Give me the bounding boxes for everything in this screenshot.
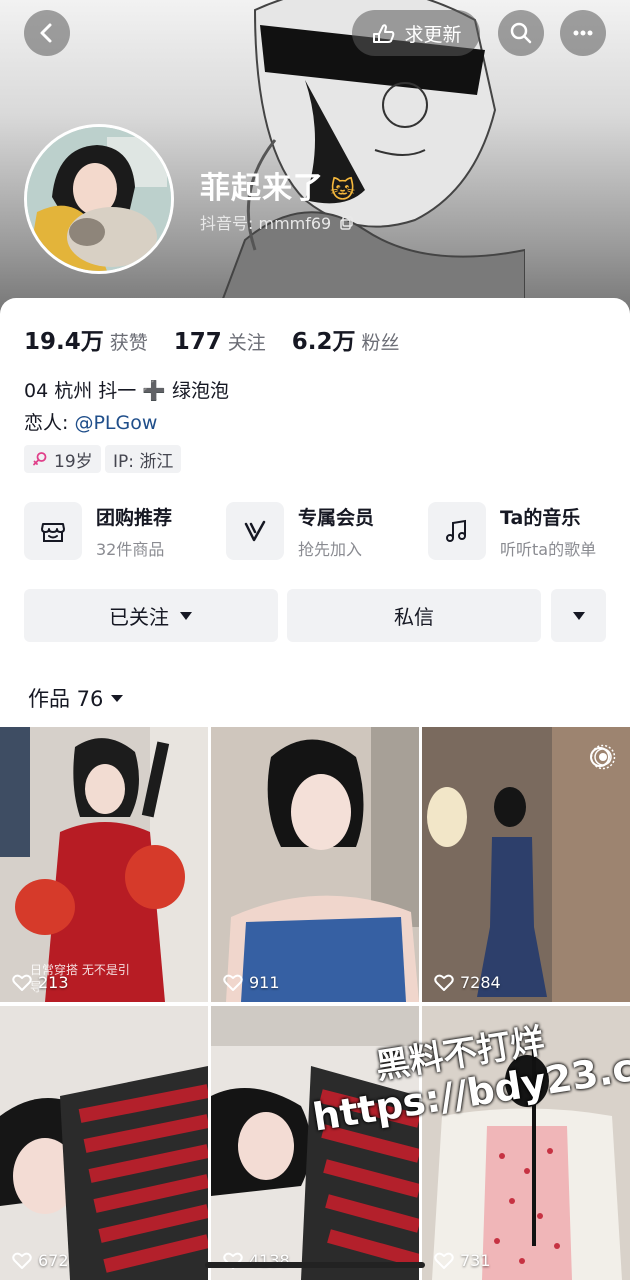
- video-likes: 911: [223, 973, 280, 992]
- cat-emoji-icon: 🐱: [330, 176, 357, 204]
- group-buy-title: 团购推荐: [96, 506, 173, 529]
- caret-down-icon: [572, 611, 585, 620]
- likes-count: 19.4万: [24, 329, 104, 355]
- video-thumbnail[interactable]: 911: [211, 727, 419, 1002]
- following-label: 关注: [227, 332, 266, 354]
- caret-down-icon: [180, 611, 192, 620]
- profile-stats: 19.4万 获赞 177 关注 6.2万 粉丝: [24, 322, 400, 356]
- caret-down-icon: [111, 694, 124, 702]
- store-icon-box: [24, 502, 82, 560]
- works-tab[interactable]: 作品 76: [28, 683, 124, 713]
- vip-v-icon: [244, 520, 266, 542]
- avatar-photo: [27, 127, 171, 271]
- nickname-text: 菲起来了: [200, 171, 324, 206]
- request-update-button[interactable]: 求更新: [352, 10, 480, 56]
- ip-text: IP: 浙江: [113, 451, 174, 472]
- video-thumbnail[interactable]: 日常穿搭 无不是引导 213: [0, 727, 208, 1002]
- more-button[interactable]: [560, 10, 606, 56]
- live-photo-icon: [590, 744, 616, 770]
- video-thumbnail[interactable]: 672: [0, 1006, 208, 1280]
- bio-partner-prefix: 恋人:: [24, 412, 75, 434]
- profile-nickname: 菲起来了 🐱: [200, 163, 356, 207]
- partner-mention-link[interactable]: @PLGow: [74, 412, 157, 434]
- heart-icon: [12, 974, 32, 991]
- vip-icon-box: [226, 502, 284, 560]
- video-thumbnail-image: [211, 727, 419, 1002]
- search-icon: [510, 22, 532, 44]
- video-likes: 213: [12, 973, 69, 992]
- copy-icon[interactable]: [340, 216, 354, 230]
- back-button[interactable]: [24, 10, 70, 56]
- video-likes-count: 213: [38, 973, 69, 992]
- followers-stat[interactable]: 6.2万 粉丝: [292, 322, 400, 356]
- heart-icon: [223, 974, 243, 991]
- video-likes: 7284: [434, 973, 501, 992]
- message-label: 私信: [394, 605, 434, 629]
- douyin-id-row[interactable]: 抖音号: mmmf69: [200, 210, 354, 234]
- age-text: 19岁: [54, 451, 93, 472]
- followers-count: 6.2万: [291, 329, 356, 355]
- followers-label: 粉丝: [361, 332, 400, 354]
- video-likes-count: 672: [38, 1251, 69, 1270]
- search-button[interactable]: [498, 10, 544, 56]
- vip-subtitle: 抢先加入: [298, 539, 363, 559]
- music-title: Ta的音乐: [500, 506, 581, 529]
- heart-icon: [12, 1252, 32, 1269]
- works-label: 作品 76: [28, 687, 104, 711]
- profile-header: 求更新 菲起来了 🐱 抖音号: mmmf69: [0, 0, 630, 330]
- douyin-id-text: 抖音号: mmmf69: [200, 214, 332, 233]
- message-button[interactable]: 私信: [287, 589, 541, 642]
- group-buy-subtitle: 32件商品: [96, 539, 165, 559]
- likes-stat[interactable]: 19.4万 获赞: [24, 322, 148, 356]
- video-likes-count: 7284: [460, 973, 501, 992]
- music-subtitle: 听听ta的歌单: [500, 539, 597, 559]
- ip-tag: IP: 浙江: [105, 445, 182, 473]
- request-update-label: 求更新: [404, 23, 462, 46]
- followed-label: 已关注: [109, 605, 169, 629]
- music-entry[interactable]: Ta的音乐 听听ta的歌单: [428, 500, 596, 562]
- group-buy-entry[interactable]: 团购推荐 32件商品: [24, 500, 172, 562]
- video-likes: 731: [434, 1251, 491, 1270]
- video-likes: 672: [12, 1251, 69, 1270]
- avatar[interactable]: [24, 124, 174, 274]
- home-indicator[interactable]: [205, 1262, 425, 1268]
- video-thumbnail-image: [0, 727, 208, 1002]
- video-likes-count: 911: [249, 973, 280, 992]
- music-note-icon: [446, 519, 466, 542]
- store-icon: [41, 523, 65, 542]
- chevron-left-icon: [40, 23, 52, 43]
- likes-label: 获赞: [109, 332, 148, 354]
- ellipsis-icon: [573, 30, 593, 36]
- hand-pointer-icon: [373, 24, 395, 43]
- following-count: 177: [173, 329, 222, 355]
- music-icon-box: [428, 502, 486, 560]
- heart-icon: [434, 1252, 454, 1269]
- vip-membership-entry[interactable]: 专属会员 抢先加入: [226, 500, 374, 562]
- age-tag: 19岁: [24, 445, 101, 473]
- bio-line-2: 恋人: @PLGow: [24, 408, 157, 435]
- bio-line-1: 04 杭州 抖一 ➕ 绿泡泡: [24, 380, 229, 402]
- female-symbol-icon: [33, 452, 47, 466]
- more-actions-button[interactable]: [551, 589, 606, 642]
- following-stat[interactable]: 177 关注: [174, 328, 266, 355]
- followed-button[interactable]: 已关注: [24, 589, 278, 642]
- heart-icon: [434, 974, 454, 991]
- vip-title: 专属会员: [298, 506, 375, 529]
- video-likes-count: 731: [460, 1251, 491, 1270]
- video-thumbnail-image: [0, 1006, 208, 1280]
- video-thumbnail[interactable]: 7284: [422, 727, 630, 1002]
